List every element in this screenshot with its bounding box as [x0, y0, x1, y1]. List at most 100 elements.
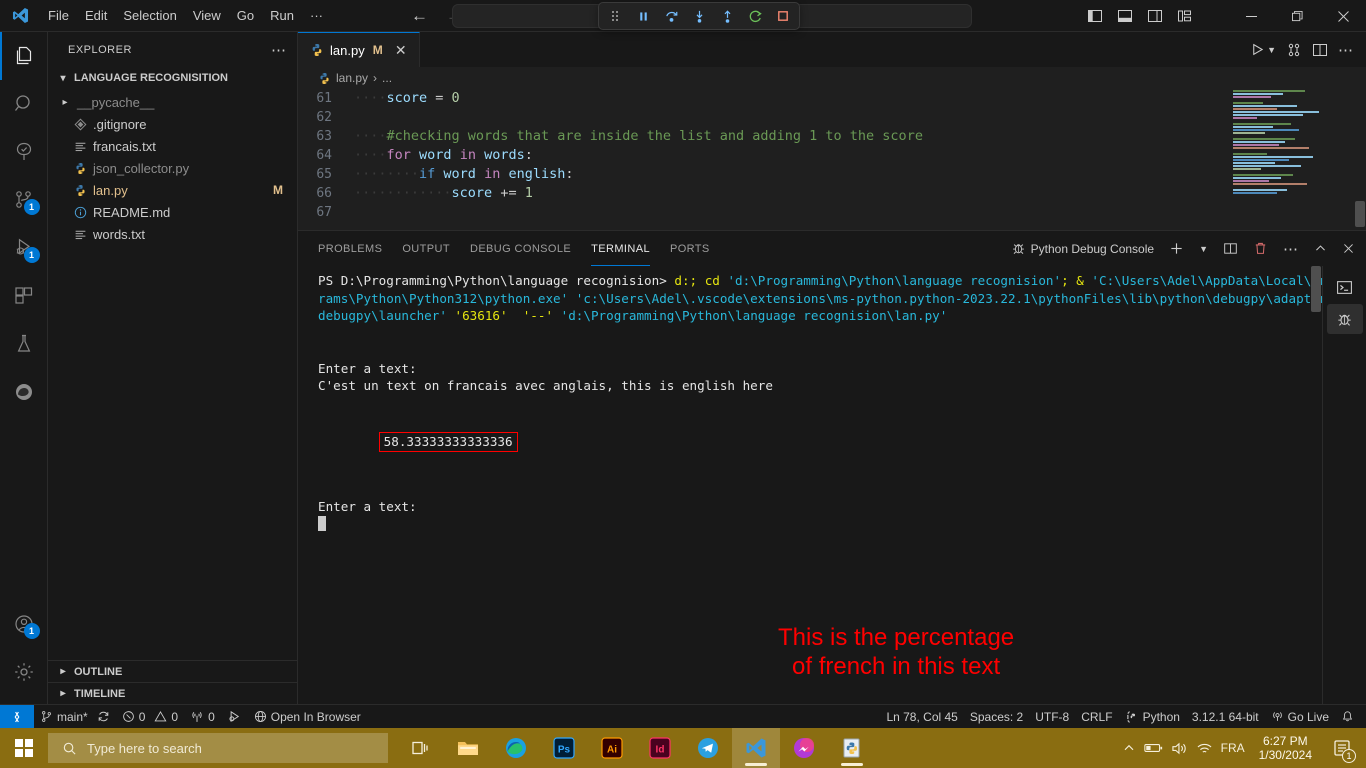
volume-icon[interactable]: [1171, 741, 1188, 756]
close-icon[interactable]: ✕: [393, 42, 409, 59]
sidebar-item-explorer[interactable]: [0, 32, 48, 80]
window-maximize-button[interactable]: [1274, 0, 1320, 32]
editor-scrollbar[interactable]: [1352, 89, 1366, 227]
language-indicator[interactable]: FRA: [1221, 741, 1245, 755]
menu-selection[interactable]: Selection: [115, 5, 184, 27]
taskbar-clock[interactable]: 6:27 PM 1/30/2024: [1253, 734, 1318, 762]
status-eol[interactable]: CRLF: [1075, 705, 1118, 729]
task-view-icon[interactable]: [396, 728, 444, 768]
tab-problems[interactable]: PROBLEMS: [318, 231, 382, 266]
show-hidden-icons-icon[interactable]: [1122, 741, 1136, 755]
ellipsis-icon[interactable]: ⋯: [271, 41, 287, 59]
debug-restart-button[interactable]: [745, 6, 765, 26]
sidebar-item-settings[interactable]: [0, 648, 48, 696]
windows-start-icon[interactable]: [0, 728, 48, 768]
outline-section-header[interactable]: ▸ OUTLINE: [48, 660, 297, 682]
customize-layout-icon[interactable]: [1174, 5, 1196, 27]
debug-pause-button[interactable]: [633, 6, 653, 26]
terminal-scrollbar[interactable]: [1308, 266, 1322, 704]
status-debug-alt[interactable]: [221, 705, 248, 729]
wifi-icon[interactable]: [1196, 741, 1213, 756]
editor-scroll-thumb[interactable]: [1355, 201, 1365, 227]
visual-studio-code-icon[interactable]: [732, 728, 780, 768]
split-editor-icon[interactable]: [1312, 42, 1328, 58]
tree-item-francais-txt[interactable]: francais.txt: [48, 135, 297, 157]
minimap[interactable]: [1229, 89, 1352, 227]
debug-drag-handle[interactable]: [605, 6, 625, 26]
debug-stop-button[interactable]: [773, 6, 793, 26]
debug-step-into-button[interactable]: [689, 6, 709, 26]
sidebar-item-search[interactable]: [0, 80, 48, 128]
notification-center-button[interactable]: 1: [1326, 728, 1358, 768]
battery-icon[interactable]: [1143, 741, 1163, 755]
menu-more[interactable]: ···: [302, 5, 331, 27]
status-language-mode[interactable]: Python: [1119, 705, 1186, 729]
tab-debug-console[interactable]: DEBUG CONSOLE: [470, 231, 571, 266]
chevron-down-icon[interactable]: ▼: [1267, 45, 1276, 55]
window-minimize-button[interactable]: [1228, 0, 1274, 32]
active-terminal-selector[interactable]: Python Debug Console: [1008, 238, 1157, 260]
sidebar-item-edge-tools[interactable]: [0, 368, 48, 416]
status-notifications[interactable]: [1335, 705, 1366, 729]
workspace-root-row[interactable]: ▾ LANGUAGE RECOGNISITION: [48, 67, 297, 89]
tab-ports[interactable]: PORTS: [670, 231, 710, 266]
arrow-left-icon[interactable]: ←: [411, 7, 428, 24]
run-python-file-button[interactable]: ▼: [1250, 42, 1276, 57]
new-terminal-button[interactable]: [1166, 238, 1187, 260]
sidebar-item-testing[interactable]: [0, 320, 48, 368]
indesign-icon[interactable]: Id: [636, 728, 684, 768]
sidebar-item-extensions[interactable]: [0, 272, 48, 320]
status-go-live[interactable]: Go Live: [1265, 705, 1335, 729]
microsoft-edge-icon[interactable]: [492, 728, 540, 768]
maximize-panel-button[interactable]: [1311, 238, 1330, 260]
sync-icon[interactable]: [97, 710, 110, 723]
menu-file[interactable]: File: [40, 5, 77, 27]
photoshop-icon[interactable]: Ps: [540, 728, 588, 768]
status-branch[interactable]: main*: [34, 705, 116, 729]
kill-terminal-button[interactable]: [1250, 238, 1271, 260]
close-panel-button[interactable]: [1339, 238, 1358, 260]
status-ports[interactable]: 0: [184, 705, 221, 729]
terminal-tab-python-debug[interactable]: [1326, 304, 1363, 334]
sidebar-item-source-control[interactable]: 1: [0, 176, 48, 224]
status-encoding[interactable]: UTF-8: [1029, 705, 1075, 729]
tree-item-readme-md[interactable]: README.md: [48, 201, 297, 223]
breadcrumb-file[interactable]: lan.py: [336, 71, 368, 85]
tree-item-pycache[interactable]: ▸ __pycache__: [48, 91, 297, 113]
toggle-secondary-sidebar-icon[interactable]: [1144, 5, 1166, 27]
menu-view[interactable]: View: [185, 5, 229, 27]
tree-item-words-txt[interactable]: words.txt: [48, 223, 297, 245]
status-python-interpreter[interactable]: 3.12.1 64-bit: [1186, 705, 1265, 729]
sidebar-item-testing-health[interactable]: [0, 128, 48, 176]
tree-item-lan-py[interactable]: lan.py M: [48, 179, 297, 201]
more-actions-icon[interactable]: ⋯: [1338, 41, 1354, 59]
debug-step-out-button[interactable]: [717, 6, 737, 26]
status-cursor-position[interactable]: Ln 78, Col 45: [880, 705, 963, 729]
menu-go[interactable]: Go: [229, 5, 262, 27]
messenger-icon[interactable]: [780, 728, 828, 768]
file-explorer-icon[interactable]: [444, 728, 492, 768]
tree-item-gitignore[interactable]: .gitignore: [48, 113, 297, 135]
sidebar-item-accounts[interactable]: 1: [0, 600, 48, 648]
status-open-in-browser[interactable]: Open In Browser: [248, 705, 367, 729]
sidebar-item-run-and-debug[interactable]: 1: [0, 224, 48, 272]
timeline-section-header[interactable]: ▸ TIMELINE: [48, 682, 297, 704]
telegram-icon[interactable]: [684, 728, 732, 768]
menu-edit[interactable]: Edit: [77, 5, 115, 27]
editor-tab-lan-py[interactable]: lan.py M ✕: [298, 32, 420, 67]
status-indentation[interactable]: Spaces: 2: [964, 705, 1029, 729]
views-and-more-button[interactable]: ⋯: [1280, 238, 1302, 260]
split-terminal-button[interactable]: [1220, 238, 1241, 260]
terminal-scroll-thumb[interactable]: [1311, 266, 1321, 312]
code-editor[interactable]: 61 ····score = 0 62 63 ····#checking wor…: [298, 89, 1366, 227]
split-source-control-icon[interactable]: [1286, 42, 1302, 58]
taskbar-search-input[interactable]: Type here to search: [48, 733, 388, 763]
remote-window-button[interactable]: [0, 704, 34, 729]
breadcrumb-trail[interactable]: ...: [382, 71, 392, 85]
tree-item-json-collector-py[interactable]: json_collector.py: [48, 157, 297, 179]
tab-output[interactable]: OUTPUT: [402, 231, 450, 266]
toggle-primary-sidebar-icon[interactable]: [1084, 5, 1106, 27]
status-problems[interactable]: 0 0: [116, 705, 184, 729]
terminal-tab-powershell[interactable]: [1327, 272, 1363, 302]
toggle-panel-icon[interactable]: [1114, 5, 1136, 27]
